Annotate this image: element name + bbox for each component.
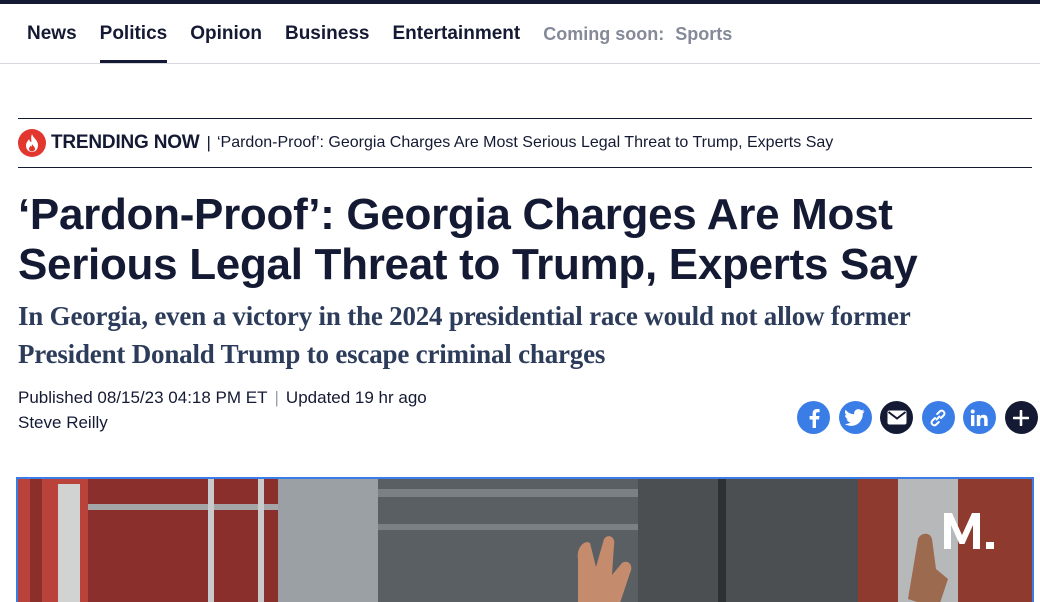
hero-photo: [18, 479, 1032, 602]
published-timestamp: Published 08/15/23 04:18 PM ET: [18, 388, 268, 407]
plus-icon: [1013, 409, 1030, 426]
article-meta: Published 08/15/23 04:18 PM ET | Updated 1…: [18, 386, 427, 410]
email-icon: [887, 410, 907, 425]
nav-item-sports[interactable]: Sports: [675, 4, 732, 64]
more-share-button[interactable]: [1004, 401, 1038, 434]
coming-soon-label: Coming soon:: [543, 23, 665, 44]
nav-item-politics[interactable]: Politics: [99, 4, 167, 63]
nav-list: News Politics Opinion Business Entertain…: [27, 4, 732, 63]
copy-link-button[interactable]: [921, 401, 955, 434]
linkedin-icon: [971, 409, 988, 426]
email-share-button[interactable]: [880, 401, 914, 434]
nav-item-business[interactable]: Business: [285, 4, 369, 63]
trending-link[interactable]: ‘Pardon-Proof’: Georgia Charges Are Most…: [217, 134, 833, 152]
nav-item-entertainment[interactable]: Entertainment: [392, 4, 520, 63]
coming-soon: Coming soon: Sports: [543, 4, 732, 64]
flame-icon: [18, 129, 46, 157]
hero-media[interactable]: [16, 477, 1034, 602]
article-headline: ‘Pardon-Proof’: Georgia Charges Are Most…: [18, 190, 918, 289]
trending-label: TRENDING NOW: [51, 132, 200, 153]
main-nav: News Politics Opinion Business Entertain…: [0, 4, 1040, 64]
facebook-share-button[interactable]: [797, 401, 830, 434]
author-byline[interactable]: Steve Reilly: [18, 411, 108, 435]
facebook-icon: [809, 408, 820, 428]
nav-item-news[interactable]: News: [27, 4, 77, 63]
linkedin-share-button[interactable]: [963, 401, 997, 434]
article-dek: In Georgia, even a victory in the 2024 p…: [18, 301, 911, 369]
nav-item-opinion[interactable]: Opinion: [190, 4, 262, 63]
trending-separator: |: [206, 133, 211, 152]
twitter-icon: [845, 409, 865, 426]
watermark-logo: [944, 513, 994, 549]
updated-timestamp: Updated 19 hr ago: [285, 388, 427, 407]
meta-divider: |: [274, 388, 279, 407]
share-toolbar: [797, 401, 1038, 434]
trending-bar: TRENDING NOW | ‘Pardon-Proof’: Georgia C…: [18, 118, 1032, 168]
link-icon: [930, 409, 946, 426]
twitter-share-button[interactable]: [838, 401, 872, 434]
